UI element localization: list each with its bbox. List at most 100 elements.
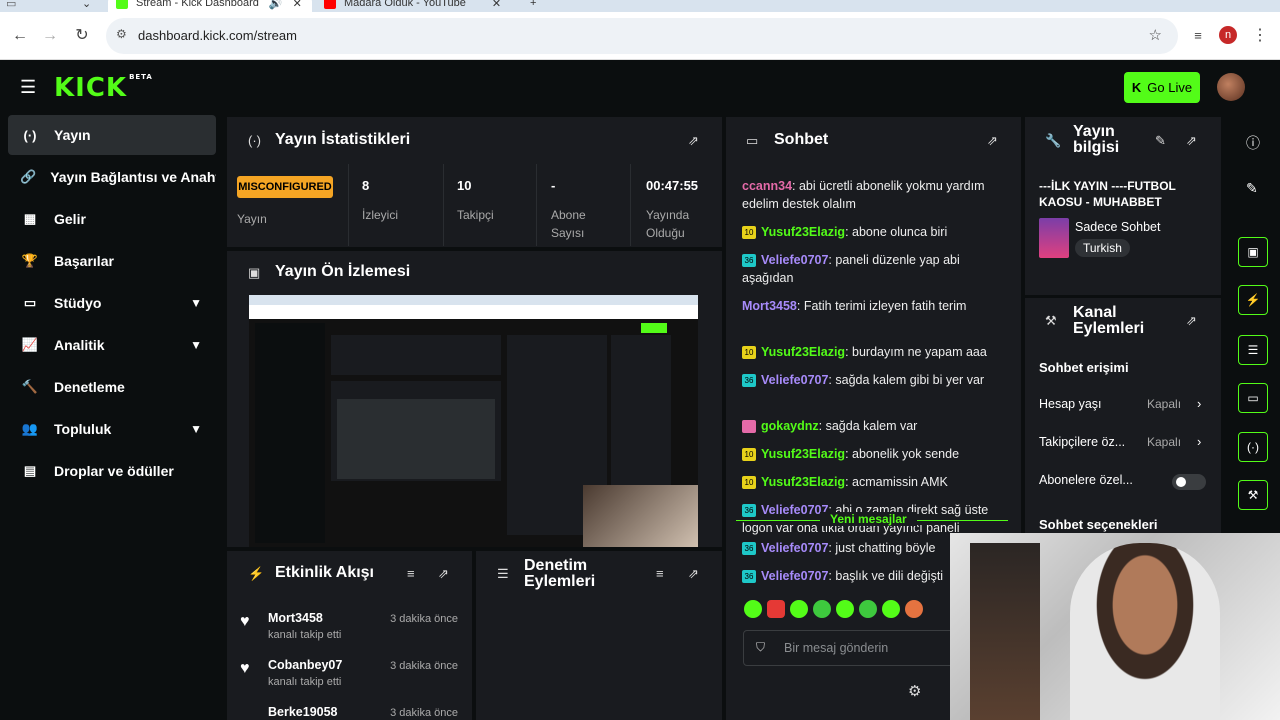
trophy-icon: 🏆 xyxy=(21,253,39,268)
reload-icon[interactable]: ↻ xyxy=(72,26,92,46)
channel-actions-icon[interactable]: ⚒ xyxy=(1238,480,1268,510)
chat-settings-gear-icon[interactable]: ⚙ xyxy=(908,682,921,700)
go-live-button[interactable]: K Go Live xyxy=(1124,72,1200,103)
tab-search-icon[interactable]: ⌄ xyxy=(82,0,102,12)
lightning-icon[interactable]: ⚡ xyxy=(1238,285,1268,315)
chat-username[interactable]: Veliefe0707 xyxy=(761,541,828,555)
chat-message: 36 Veliefe0707: sağda kalem gibi bi yer v… xyxy=(742,371,1004,389)
subscriber-badge-icon: 36 xyxy=(742,542,756,556)
preview-browser-strip xyxy=(249,295,698,305)
close-tab-icon[interactable]: ✕ xyxy=(293,0,302,10)
followers-only-value[interactable]: Kapalı xyxy=(1147,435,1181,449)
popout-icon[interactable]: ⇗ xyxy=(987,133,998,149)
chevron-right-icon[interactable]: › xyxy=(1197,434,1201,449)
viewers-label: İzleyici xyxy=(362,208,399,222)
chat-icon[interactable]: ▭ xyxy=(1238,383,1268,413)
emote-icon[interactable] xyxy=(836,600,854,618)
activity-username[interactable]: Berke19058 xyxy=(268,705,338,719)
sidebar-item-yayin[interactable]: (·) Yayın xyxy=(8,115,216,155)
chat-icon: ▭ xyxy=(746,133,759,148)
followers-only-label: Takipçilere öz... xyxy=(1039,435,1126,449)
stream-category[interactable]: Sadece Sohbet xyxy=(1075,220,1161,234)
chat-username[interactable]: Yusuf23Elazig xyxy=(761,225,845,239)
panel-title: Denetim Eylemleri xyxy=(524,557,596,590)
profile-icon[interactable]: n xyxy=(1219,26,1237,44)
info-icon[interactable]: ⓘ xyxy=(1246,133,1260,153)
preview-icon: ▣ xyxy=(248,265,261,280)
tab-kick-dashboard[interactable]: Stream - Kick Dashboard 🔊 ✕ xyxy=(108,0,312,12)
sidebar-item-community[interactable]: 👥 Topluluk ▼ xyxy=(8,409,216,449)
stat-divider xyxy=(443,164,444,246)
browser-tab-strip: ▭ ⌄ Stream - Kick Dashboard 🔊 ✕ Madara O… xyxy=(0,0,1280,12)
popout-icon[interactable]: ⇗ xyxy=(1186,133,1197,149)
sidebar-item-analytics[interactable]: 📈 Analitik ▼ xyxy=(8,325,216,365)
sidebar-item-label: Gelir xyxy=(54,211,86,227)
emote-icon[interactable] xyxy=(790,600,808,618)
chat-username[interactable]: Veliefe0707 xyxy=(761,503,828,517)
sidebar-item-revenue[interactable]: ▦ Gelir xyxy=(8,199,216,239)
chat-username[interactable]: Veliefe0707 xyxy=(761,569,828,583)
edit-pencil-icon[interactable]: ✎ xyxy=(1155,133,1166,149)
chat-username[interactable]: Yusuf23Elazig xyxy=(761,345,845,359)
tab-overview-icon[interactable]: ▭ xyxy=(6,0,56,12)
audio-icon[interactable]: 🔊 xyxy=(269,0,283,10)
emote-icon[interactable] xyxy=(767,600,785,618)
address-bar[interactable]: ⚙ dashboard.kick.com/stream ☆ xyxy=(106,18,1178,54)
back-icon[interactable]: ← xyxy=(10,26,30,46)
chat-username[interactable]: ccann34 xyxy=(742,179,792,193)
tab-youtube[interactable]: Madara Olduk - YouTube ✕ xyxy=(324,0,514,12)
site-info-icon[interactable]: ⚙ xyxy=(116,27,127,41)
edit-pencil-icon[interactable]: ✎ xyxy=(1246,180,1258,197)
popout-icon[interactable]: ⇗ xyxy=(688,133,699,149)
activity-username[interactable]: Mort3458 xyxy=(268,611,323,625)
lightning-icon: ⚡ xyxy=(248,566,265,581)
preview-recursive-view xyxy=(337,399,495,479)
chat-username[interactable]: Yusuf23Elazig xyxy=(761,447,845,461)
emote-icon[interactable] xyxy=(905,600,923,618)
list-icon[interactable]: ☰ xyxy=(1238,335,1268,365)
chat-username[interactable]: Veliefe0707 xyxy=(761,253,828,267)
more-menu-icon[interactable]: ⋮ xyxy=(1250,26,1270,46)
media-control-icon[interactable]: ≡ xyxy=(1188,26,1208,46)
sidebar-item-stream-key[interactable]: 🔗 Yayın Bağlantısı ve Anahtarı xyxy=(8,157,216,197)
panel-title: Sohbet xyxy=(774,131,829,148)
chat-username[interactable]: Mort3458 xyxy=(742,299,797,313)
chat-username[interactable]: gokaydnz xyxy=(761,419,819,433)
sidebar-item-studio[interactable]: ▭ Stüdyo ▼ xyxy=(8,283,216,323)
popout-icon[interactable]: ⇗ xyxy=(688,566,699,582)
kick-logo[interactable]: KICK BETA xyxy=(54,73,153,103)
bookmark-star-icon[interactable]: ☆ xyxy=(1149,26,1162,44)
close-tab-icon[interactable]: ✕ xyxy=(492,0,501,10)
category-thumbnail xyxy=(1039,218,1069,258)
filter-icon[interactable]: ≡ xyxy=(407,566,415,581)
emote-icon[interactable] xyxy=(882,600,900,618)
layout-panel-icon[interactable]: ▣ xyxy=(1238,237,1268,267)
chevron-right-icon[interactable]: › xyxy=(1197,396,1201,411)
user-avatar[interactable] xyxy=(1217,73,1245,101)
emote-icon[interactable] xyxy=(744,600,762,618)
account-age-value[interactable]: Kapalı xyxy=(1147,397,1181,411)
stream-icon[interactable]: (·) xyxy=(1238,432,1268,462)
activity-username[interactable]: Cobanbey07 xyxy=(268,658,342,672)
stream-preview-video[interactable] xyxy=(249,295,698,547)
sidebar-item-drops[interactable]: ▤ Droplar ve ödüller xyxy=(8,451,216,491)
emote-icon[interactable] xyxy=(859,600,877,618)
subscriber-badge-icon: 36 xyxy=(742,254,756,268)
sidebar-item-achievements[interactable]: 🏆 Başarılar xyxy=(8,241,216,281)
chat-username[interactable]: Veliefe0707 xyxy=(761,373,828,387)
revenue-icon: ▦ xyxy=(23,211,37,226)
chat-input[interactable]: ⛉ Bir mesaj gönderin xyxy=(743,630,958,666)
filter-icon[interactable]: ≡ xyxy=(656,566,664,581)
new-tab-icon[interactable]: + xyxy=(530,0,544,12)
sidebar-item-moderation[interactable]: 🔨 Denetleme xyxy=(8,367,216,407)
chat-username[interactable]: Yusuf23Elazig xyxy=(761,475,845,489)
forward-icon[interactable]: → xyxy=(40,26,60,46)
hamburger-menu-icon[interactable]: ☰ xyxy=(20,77,36,98)
chat-separator: : xyxy=(845,225,853,239)
popout-icon[interactable]: ⇗ xyxy=(438,566,449,582)
emote-icon[interactable] xyxy=(813,600,831,618)
activity-item: ♥ Cobanbey07 3 dakika önce kanalı takip … xyxy=(240,658,462,698)
popout-icon[interactable]: ⇗ xyxy=(1186,313,1197,329)
panel-title: Yayın Ön İzlemesi xyxy=(275,263,411,280)
subscribers-only-toggle[interactable] xyxy=(1172,474,1206,490)
